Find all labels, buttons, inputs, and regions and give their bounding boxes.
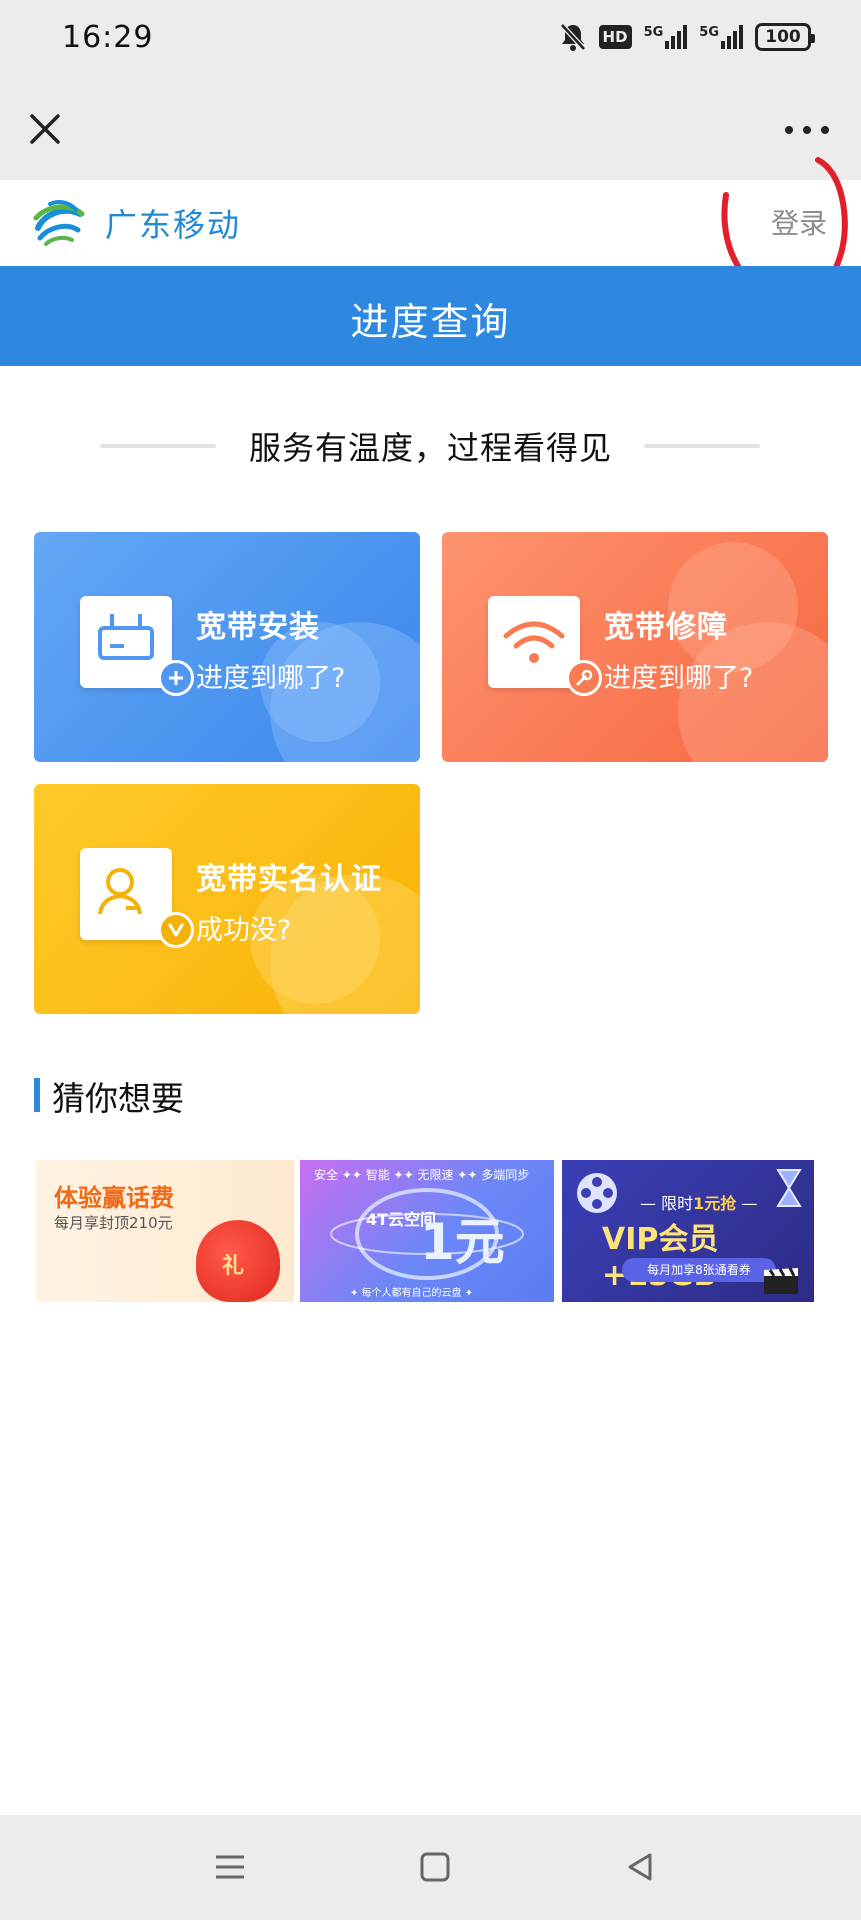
status-bar: 16:29 HD 5G 5G 100 <box>0 0 861 80</box>
page: 16:29 HD 5G 5G 100 广东移动 登录 进度查询 服务有温度，过程… <box>0 0 861 1920</box>
gift-bag-icon: 礼 <box>196 1220 280 1302</box>
card-title: 宽带安装 <box>196 610 320 645</box>
banner-promo-label: — 限时1元抢 — <box>640 1190 757 1214</box>
back-icon[interactable] <box>620 1847 660 1887</box>
card-broadband-repair[interactable]: 宽带修障 进度到哪了? <box>442 532 828 762</box>
card-subtitle: 进度到哪了? <box>604 663 754 694</box>
status-time: 16:29 <box>62 20 154 55</box>
signal-5g-icon: 5G <box>644 25 688 49</box>
battery-icon: 100 <box>755 23 815 51</box>
promo-highlight: 1元抢 <box>693 1194 737 1213</box>
battery-level: 100 <box>765 27 801 47</box>
slogan-divider-right <box>644 444 760 448</box>
card-subtitle: 进度到哪了? <box>196 663 346 694</box>
signal2-label: 5G <box>699 25 719 40</box>
more-icon[interactable] <box>779 112 835 148</box>
banner-subtext: 每月享封顶210元 <box>54 1214 173 1232</box>
status-icons: HD 5G 5G 100 <box>559 22 815 52</box>
card-broadband-install[interactable]: 宽带安装 进度到哪了? <box>34 532 420 762</box>
section-accent-bar <box>34 1078 40 1112</box>
gift-bag-text: 礼 <box>222 1254 245 1279</box>
banner-headline: 体验赢话费 <box>54 1184 174 1212</box>
plus-badge-icon <box>158 660 194 696</box>
section-title: 猜你想要 <box>52 1079 184 1118</box>
signal-5g-icon-2: 5G <box>699 25 743 49</box>
title-bar: 进度查询 <box>0 266 861 366</box>
close-icon[interactable] <box>22 106 68 152</box>
mute-bell-icon <box>559 23 586 51</box>
menu-icon[interactable] <box>210 1847 250 1887</box>
card-subtitle: 成功没? <box>196 915 292 946</box>
brand-name: 广东移动 <box>105 206 242 244</box>
nav-bar <box>0 80 861 180</box>
promo-prefix: — 限时 <box>640 1194 694 1213</box>
home-icon[interactable] <box>415 1847 455 1887</box>
promo-suffix: — <box>736 1194 758 1213</box>
banner-phone-credit[interactable]: 体验赢话费 每月享封顶210元 礼 <box>36 1160 294 1302</box>
card-title: 宽带修障 <box>604 610 728 645</box>
banner-price: 1元 <box>420 1213 505 1271</box>
card-real-name-auth[interactable]: 宽带实名认证 成功没? <box>34 784 420 1014</box>
site-header: 广东移动 登录 <box>0 180 861 266</box>
banner-footer-text: ✦ 每个人都有自己的云盘 ✦ <box>350 1288 474 1299</box>
signal1-label: 5G <box>643 25 664 40</box>
hourglass-icon <box>776 1169 802 1207</box>
banner-vip-member[interactable]: — 限时1元抢 — VIP会员+15GB 每月加享8张通看券 <box>562 1160 814 1302</box>
page-title: 进度查询 <box>350 300 511 344</box>
hd-icon: HD <box>598 25 632 49</box>
banner-pill: 每月加享8张通看券 <box>622 1258 776 1282</box>
system-nav-bar <box>0 1815 861 1920</box>
china-mobile-logo-icon <box>33 200 85 246</box>
banner-cloud-space[interactable]: 安全 ✦✦ 智能 ✦✦ 无限速 ✦✦ 多端同步 4T云空间 1元 ✦ 每个人都有… <box>300 1160 554 1302</box>
wrench-badge-icon <box>566 660 602 696</box>
film-reel-icon <box>577 1173 617 1213</box>
clapperboard-icon <box>764 1267 798 1294</box>
card-title: 宽带实名认证 <box>196 862 382 897</box>
login-link[interactable]: 登录 <box>771 202 827 242</box>
check-badge-icon <box>158 912 194 948</box>
